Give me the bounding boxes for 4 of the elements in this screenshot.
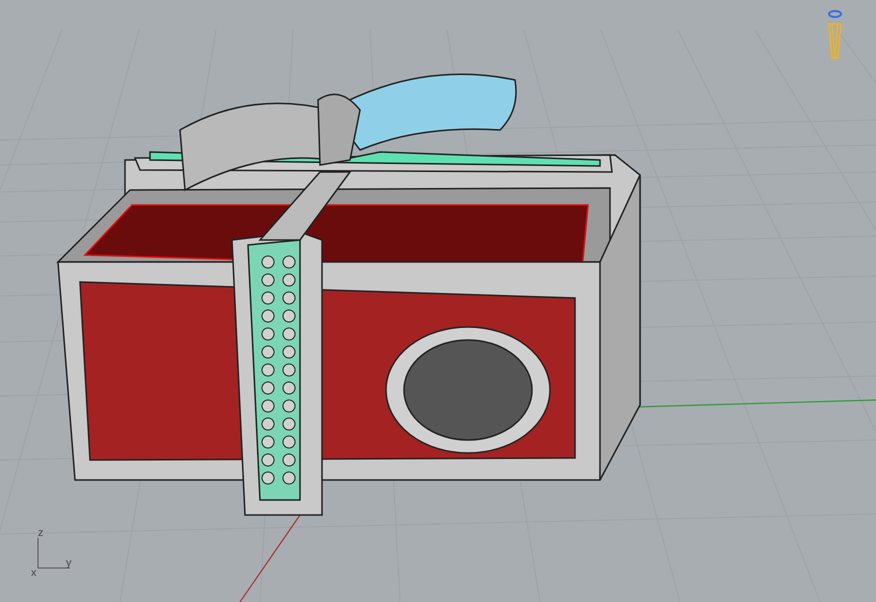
axis-label: z bbox=[38, 528, 44, 539]
cone-icon bbox=[826, 10, 844, 60]
axis-label: x bbox=[31, 568, 36, 579]
axis-label: y bbox=[66, 558, 72, 569]
